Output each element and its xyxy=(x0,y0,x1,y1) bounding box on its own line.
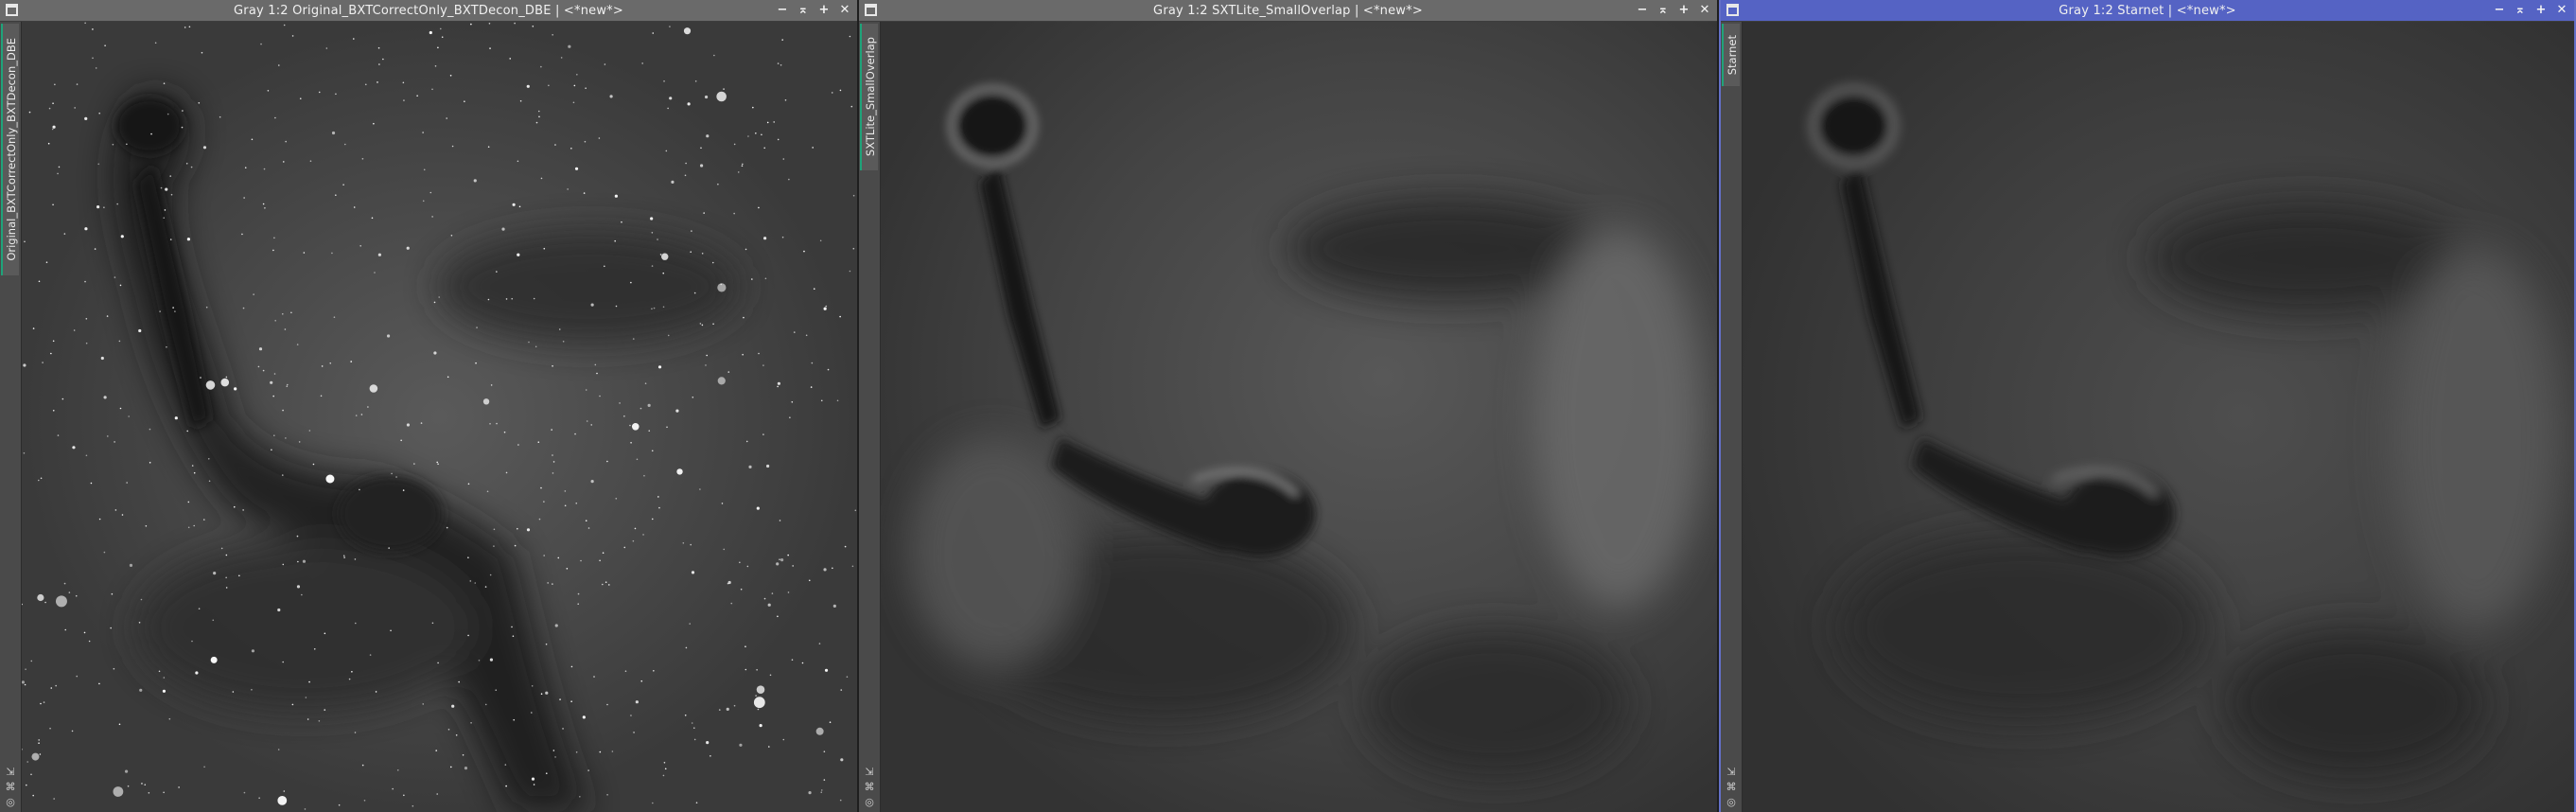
image-window-original[interactable]: Gray 1:2 Original_BXTCorrectOnly_BXTDeco… xyxy=(0,0,859,812)
nebula-image-starless xyxy=(881,22,1717,812)
window-titlebar[interactable]: Gray 1:2 Original_BXTCorrectOnly_BXTDeco… xyxy=(0,0,857,22)
maximize-button[interactable]: + xyxy=(817,4,831,17)
window-title: Gray 1:2 SXTLite_SmallOverlap | <*new*> xyxy=(1153,3,1423,18)
window-titlebar[interactable]: Gray 1:2 Starnet | <*new*> − ⌅ + ✕ xyxy=(1721,0,2574,22)
nebula-image-starnet xyxy=(1743,22,2574,812)
target-icon[interactable]: ◎ xyxy=(865,796,874,808)
resize-icon[interactable]: ⇲ xyxy=(1726,766,1735,778)
image-canvas[interactable] xyxy=(881,22,1717,812)
nebula-image-stars xyxy=(22,22,857,812)
shade-button[interactable]: ⌅ xyxy=(1656,4,1670,17)
minimize-button[interactable]: − xyxy=(1636,4,1649,17)
target-icon[interactable]: ◎ xyxy=(6,796,15,808)
resize-icon[interactable]: ⇲ xyxy=(865,766,873,778)
close-button[interactable]: ✕ xyxy=(1698,4,1711,17)
close-button[interactable]: ✕ xyxy=(2555,4,2568,17)
window-titlebar[interactable]: Gray 1:2 SXTLite_SmallOverlap | <*new*> … xyxy=(859,0,1717,22)
view-side-strip: Starnet ⇲ ⌘ ◎ xyxy=(1721,22,1743,812)
maximize-button[interactable]: + xyxy=(2534,4,2548,17)
image-canvas[interactable] xyxy=(1743,22,2574,812)
image-window-sxtlite[interactable]: Gray 1:2 SXTLite_SmallOverlap | <*new*> … xyxy=(859,0,1719,812)
link-icon[interactable]: ⌘ xyxy=(1726,781,1737,793)
shade-button[interactable]: ⌅ xyxy=(2514,4,2527,17)
link-icon[interactable]: ⌘ xyxy=(865,781,875,793)
image-canvas[interactable] xyxy=(22,22,857,812)
view-tab[interactable]: SXTLite_SmallOverlap xyxy=(860,24,878,170)
window-menu-icon[interactable] xyxy=(865,4,877,16)
view-side-strip: SXTLite_SmallOverlap ⇲ ⌘ ◎ xyxy=(859,22,881,812)
view-tab-label: Starnet xyxy=(1725,34,1739,76)
view-tab[interactable]: Original_BXTCorrectOnly_BXTDecon_DBE xyxy=(1,24,19,275)
close-button[interactable]: ✕ xyxy=(838,4,851,17)
minimize-button[interactable]: − xyxy=(776,4,789,17)
window-title: Gray 1:2 Original_BXTCorrectOnly_BXTDeco… xyxy=(234,3,623,18)
maximize-button[interactable]: + xyxy=(1677,4,1691,17)
view-tab-label: SXTLite_SmallOverlap xyxy=(863,37,877,157)
view-tab-label: Original_BXTCorrectOnly_BXTDecon_DBE xyxy=(4,38,18,261)
resize-icon[interactable]: ⇲ xyxy=(6,766,14,778)
window-menu-icon[interactable] xyxy=(1726,4,1739,16)
view-tab[interactable]: Starnet xyxy=(1722,24,1740,86)
view-side-strip: Original_BXTCorrectOnly_BXTDecon_DBE ⇲ ⌘… xyxy=(0,22,22,812)
minimize-button[interactable]: − xyxy=(2493,4,2506,17)
link-icon[interactable]: ⌘ xyxy=(6,781,16,793)
image-window-starnet[interactable]: Gray 1:2 Starnet | <*new*> − ⌅ + ✕ Starn… xyxy=(1719,0,2576,812)
shade-button[interactable]: ⌅ xyxy=(797,4,810,17)
window-title: Gray 1:2 Starnet | <*new*> xyxy=(2059,3,2236,18)
target-icon[interactable]: ◎ xyxy=(1726,796,1736,808)
window-menu-icon[interactable] xyxy=(6,4,18,16)
